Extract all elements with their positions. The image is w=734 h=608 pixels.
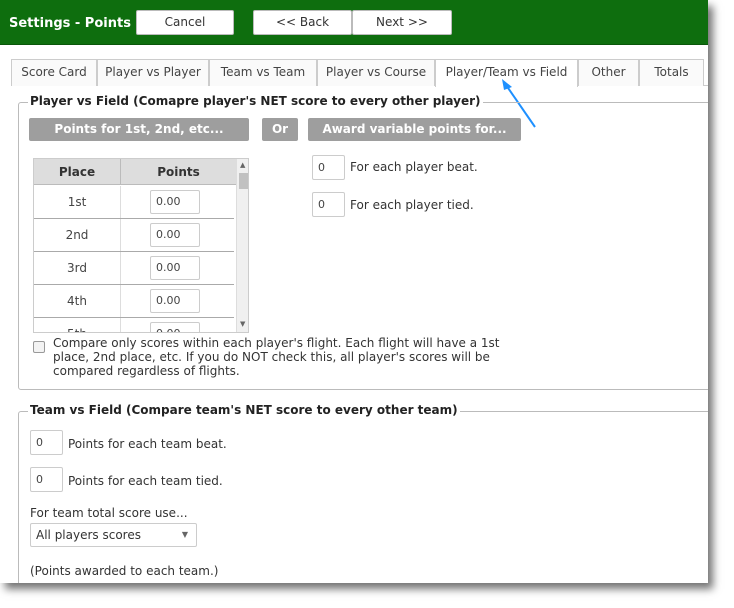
place-cell: 4th: [34, 285, 121, 317]
team-vs-field-legend: Team vs Field (Compare team's NET score …: [28, 403, 460, 417]
table-row: 4th 0.00: [34, 285, 234, 318]
tab-team-vs-team[interactable]: Team vs Team: [209, 59, 317, 86]
tab-score-card[interactable]: Score Card: [11, 59, 97, 86]
points-input[interactable]: 0.00: [150, 190, 200, 214]
tab-other[interactable]: Other: [578, 59, 639, 86]
place-cell: 1st: [34, 186, 121, 218]
tab-label: Team vs Team: [220, 65, 306, 79]
table-row: 2nd 0.00: [34, 219, 234, 252]
player-vs-field-section: Player vs Field (Comapre player's NET sc…: [18, 94, 708, 390]
grid-header-place: Place: [34, 159, 121, 185]
flight-only-checkbox[interactable]: [33, 341, 45, 353]
team-total-select-value: All players scores: [36, 528, 141, 542]
next-button[interactable]: Next >>: [352, 10, 452, 35]
back-button[interactable]: << Back: [253, 10, 352, 35]
team-beat-label: Points for each team beat.: [68, 437, 227, 451]
tab-label: Score Card: [21, 65, 87, 79]
caret-down-icon: ▼: [181, 530, 188, 539]
or-label: Or: [262, 118, 298, 141]
settings-window: Settings - Points Cancel << Back Next >>…: [0, 0, 708, 583]
team-beat-input[interactable]: 0: [30, 430, 63, 455]
player-vs-field-legend: Player vs Field (Comapre player's NET sc…: [28, 94, 483, 108]
table-row: 1st 0.00: [34, 186, 234, 219]
team-tied-label: Points for each team tied.: [68, 474, 223, 488]
tab-player-vs-course[interactable]: Player vs Course: [317, 59, 435, 86]
tab-label: Player vs Course: [325, 65, 427, 79]
points-input[interactable]: 0.00: [150, 289, 200, 313]
tab-totals[interactable]: Totals: [639, 59, 704, 86]
points-input[interactable]: 0.00: [150, 256, 200, 280]
team-total-select[interactable]: All players scores ▼: [30, 523, 197, 547]
player-tied-label: For each player tied.: [350, 198, 474, 212]
page-title: Settings - Points: [9, 16, 131, 31]
header-bar: Settings - Points Cancel << Back Next >>: [0, 0, 708, 45]
award-variable-points-button[interactable]: Award variable points for...: [308, 118, 521, 141]
table-row: 5th 0.00: [34, 318, 234, 332]
places-grid: Place Points 1st 0.00 2nd 0.00 3rd 0.00 …: [33, 158, 249, 333]
grid-scrollbar[interactable]: ▲ ▼: [236, 159, 248, 332]
team-total-label: For team total score use...: [30, 506, 188, 520]
cancel-button[interactable]: Cancel: [136, 10, 234, 35]
tab-label: Other: [591, 65, 626, 79]
grid-header-points: Points: [121, 159, 236, 185]
player-tied-input[interactable]: 0: [312, 192, 345, 217]
tab-player-vs-player[interactable]: Player vs Player: [97, 59, 209, 86]
tab-label: Player vs Player: [105, 65, 201, 79]
points-input[interactable]: 0.00: [150, 223, 200, 247]
team-vs-field-section: Team vs Field (Compare team's NET score …: [18, 403, 708, 583]
team-tied-input[interactable]: 0: [30, 467, 63, 492]
points-for-places-button[interactable]: Points for 1st, 2nd, etc...: [29, 118, 249, 141]
table-row: 3rd 0.00: [34, 252, 234, 285]
team-points-note: (Points awarded to each team.): [30, 564, 219, 578]
scroll-up-icon[interactable]: ▲: [240, 161, 245, 169]
tab-bar: Score Card Player vs Player Team vs Team…: [11, 59, 708, 87]
place-cell: 2nd: [34, 219, 121, 251]
place-cell: 5th: [34, 318, 121, 332]
scroll-thumb[interactable]: [239, 173, 248, 189]
place-cell: 3rd: [34, 252, 121, 284]
points-input[interactable]: 0.00: [150, 322, 200, 332]
flight-checkbox-text-line3: compared regardless of flights.: [53, 364, 240, 378]
tab-label: Totals: [654, 65, 689, 79]
player-beat-label: For each player beat.: [350, 160, 478, 174]
player-beat-input[interactable]: 0: [312, 155, 345, 180]
flight-checkbox-text-line2: place, 2nd place, etc. If you do NOT che…: [53, 350, 490, 364]
scroll-down-icon[interactable]: ▼: [240, 320, 245, 328]
flight-checkbox-text-line1: Compare only scores within each player's…: [53, 336, 500, 350]
